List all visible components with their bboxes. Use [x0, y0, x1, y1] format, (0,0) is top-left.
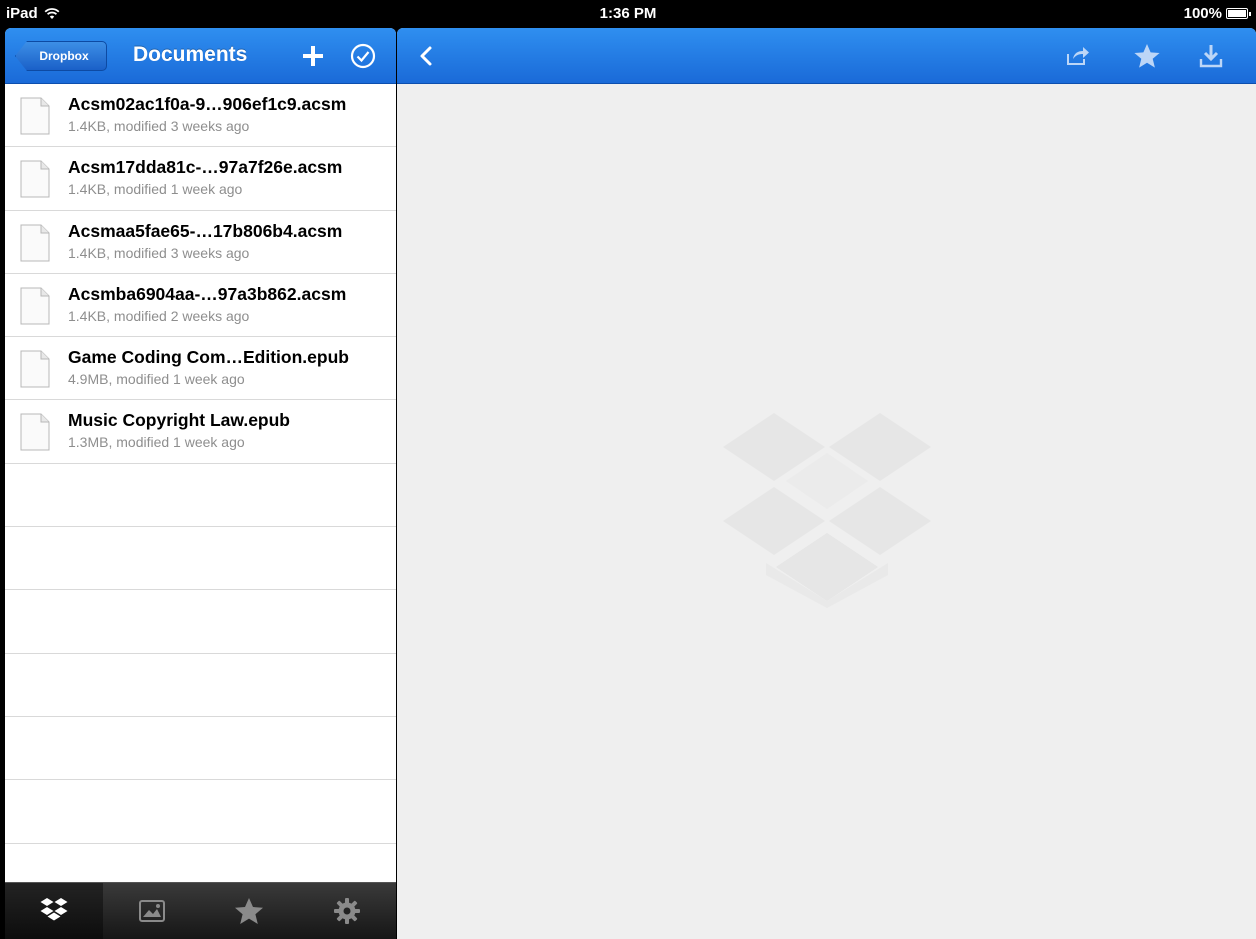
share-icon[interactable] [1063, 42, 1091, 70]
file-row[interactable]: Acsmba6904aa-…97a3b862.acsm 1.4KB, modif… [5, 274, 396, 338]
file-meta: 1.4KB, modified 3 weeks ago [68, 118, 250, 134]
file-name: Acsm17dda81c-…97a7f26e.acsm [68, 157, 343, 178]
file-meta: 1.4KB, modified 1 week ago [68, 181, 243, 198]
select-checkmark-icon[interactable] [349, 42, 377, 70]
status-time: 1:36 PM [599, 5, 657, 22]
document-icon [20, 97, 50, 135]
tab-photos[interactable] [103, 883, 201, 939]
document-icon [20, 350, 50, 388]
document-icon [20, 160, 50, 198]
add-icon[interactable] [299, 42, 327, 70]
page-title: Documents [133, 43, 248, 66]
empty-row [5, 590, 396, 654]
tab-settings[interactable] [298, 883, 396, 939]
file-name: Acsm02ac1f0a-9…906ef1c9.acsm [68, 94, 347, 114]
file-name: Game Coding Com…Edition.epub [68, 347, 349, 368]
file-meta: 1.4KB, modified 2 weeks ago [68, 307, 250, 324]
file-meta: 1.3MB, modified 1 week ago [68, 434, 245, 451]
chevron-left-icon[interactable] [413, 42, 441, 70]
file-row[interactable]: Acsmaa5fae65-…17b806b4.acsm 1.4KB, modif… [5, 211, 396, 274]
document-icon [20, 224, 50, 262]
tab-bar [5, 882, 396, 939]
detail-pane [397, 28, 1256, 939]
empty-row [5, 717, 396, 781]
photos-icon [138, 900, 165, 922]
document-icon [20, 287, 50, 325]
empty-row [5, 464, 396, 528]
dropbox-watermark-icon [723, 413, 931, 608]
dropbox-back-button[interactable]: Dropbox [15, 41, 107, 71]
file-browser-nav-bar: Dropbox Documents [5, 28, 396, 84]
file-name: Acsmaa5fae65-…17b806b4.acsm [68, 220, 343, 241]
file-row[interactable]: Music Copyright Law.epub 1.3MB, modified… [5, 400, 396, 464]
dropbox-icon [40, 898, 68, 921]
file-browser-pane: Dropbox Documents Acsm02ac1f0a-9…906ef1c… [5, 28, 396, 939]
file-meta: 4.9MB, modified 1 week ago [68, 371, 245, 388]
star-icon [235, 898, 264, 924]
download-icon[interactable] [1197, 42, 1225, 70]
file-list: Acsm02ac1f0a-9…906ef1c9.acsm 1.4KB, modi… [5, 84, 396, 844]
star-icon[interactable] [1133, 42, 1161, 70]
file-row[interactable]: Acsm17dda81c-…97a7f26e.acsm 1.4KB, modif… [5, 147, 396, 211]
document-icon [20, 413, 50, 451]
detail-nav-bar [397, 28, 1256, 84]
file-name: Music Copyright Law.epub [68, 410, 290, 431]
file-row[interactable]: Acsm02ac1f0a-9…906ef1c9.acsm 1.4KB, modi… [5, 84, 396, 148]
gear-icon [334, 898, 361, 924]
empty-row [5, 780, 396, 844]
empty-row [5, 527, 396, 591]
status-right: 100% [1183, 5, 1251, 22]
empty-row [5, 654, 396, 717]
battery-percent: 100% [1183, 5, 1222, 22]
file-meta: 1.4KB, modified 3 weeks ago [68, 244, 250, 261]
battery-icon [1226, 8, 1251, 19]
file-name: Acsmba6904aa-…97a3b862.acsm [68, 283, 347, 304]
tab-dropbox[interactable] [5, 883, 103, 939]
status-bar: iPad 1:36 PM 100% [0, 0, 1256, 28]
tab-favorites[interactable] [201, 883, 299, 939]
file-row[interactable]: Game Coding Com…Edition.epub 4.9MB, modi… [5, 337, 396, 401]
